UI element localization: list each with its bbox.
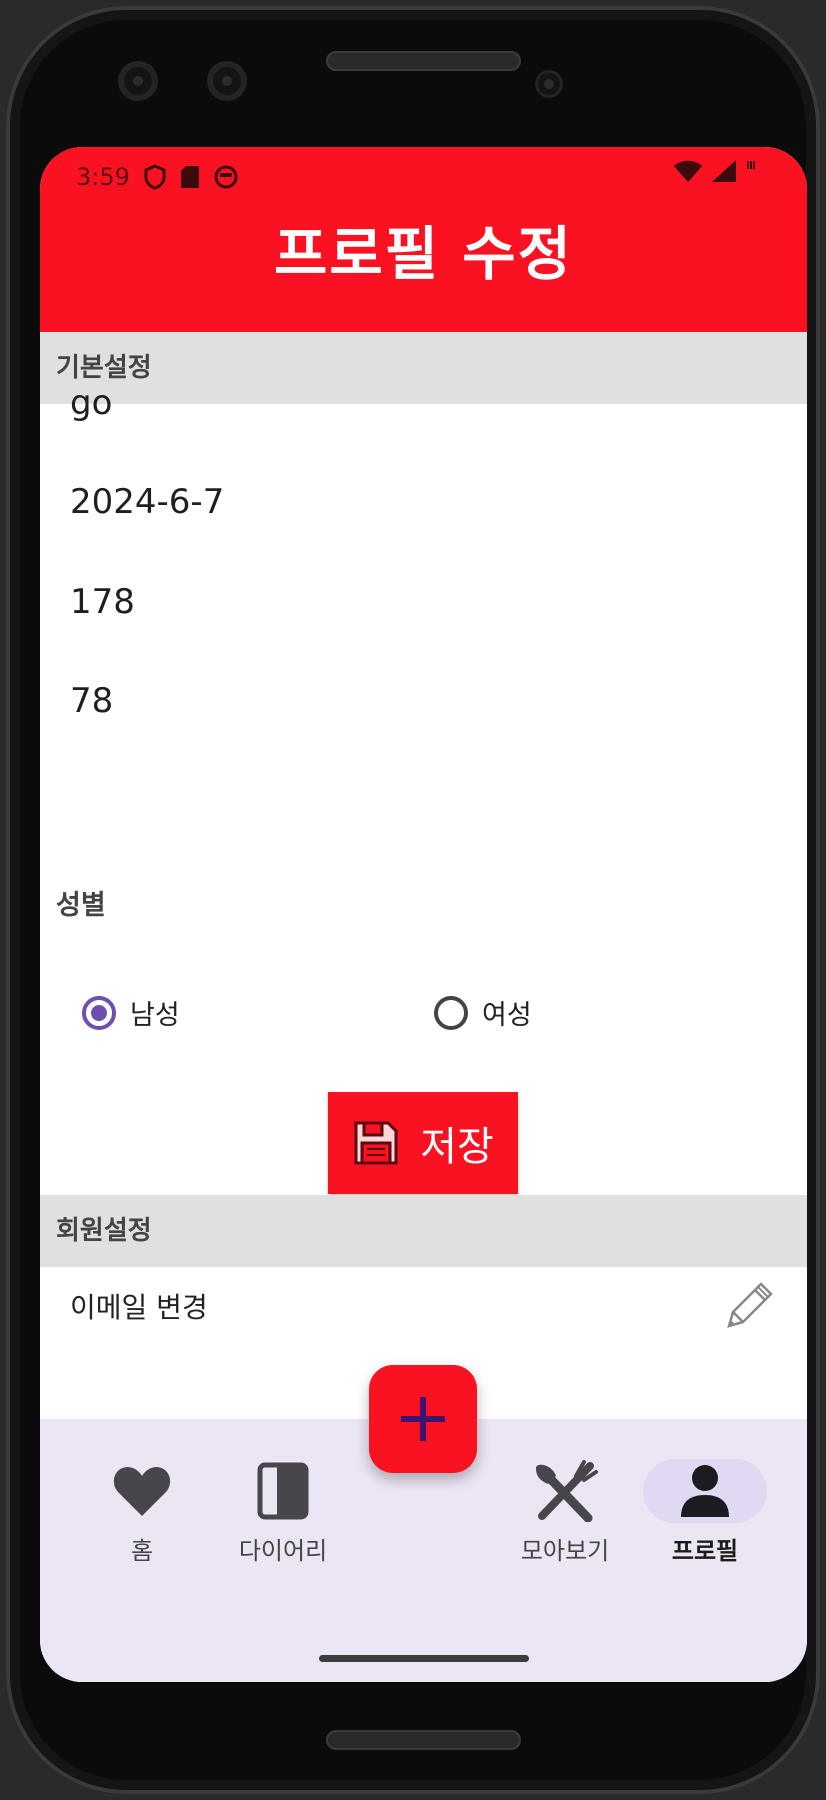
status-bar: 3:59 [76,157,238,197]
gender-male-label: 남성 [130,1000,180,1031]
app-screen: 3:59 프로필 수정 기본설정 go 2024-6-7 178 78 성별 남… [40,147,807,1682]
radio-unselected-icon[interactable] [434,995,468,1030]
app-header: 3:59 프로필 수정 [40,147,807,332]
radio-selected-icon[interactable] [82,995,116,1030]
email-change-label: 이메일 변경 [70,1291,208,1324]
status-icons-right [673,159,757,183]
heart-icon [113,1467,171,1516]
nav-diary-label: 다이어리 [238,1537,328,1565]
gender-radio-female[interactable]: 여성 [434,993,532,1032]
nav-collection[interactable]: 모아보기 [505,1459,625,1566]
pencil-icon[interactable] [719,1276,775,1332]
birthdate-field[interactable]: 2024-6-7 [70,482,224,522]
weight-field[interactable]: 78 [70,681,113,721]
utensils-icon [536,1460,598,1522]
signal-icon [712,160,736,182]
camera-lens-right [207,61,247,101]
height-field[interactable]: 178 [70,582,135,622]
phone-frame: 3:59 프로필 수정 기본설정 go 2024-6-7 178 78 성별 남… [6,6,820,1794]
nav-diary[interactable]: 다이어리 [223,1459,343,1566]
app-notification-icon [214,165,238,189]
person-icon [681,1465,729,1517]
book-icon [257,1462,309,1520]
sd-card-icon [180,166,199,188]
gender-radio-male[interactable]: 남성 [82,993,180,1032]
nav-home[interactable]: 홈 [82,1459,202,1566]
top-speaker [326,51,521,71]
page-title: 프로필 수정 [274,220,573,288]
floppy-disk-icon [354,1121,398,1165]
email-change-row[interactable]: 이메일 변경 [40,1262,807,1362]
add-fab-button[interactable] [369,1365,477,1473]
save-button[interactable]: 저장 [328,1092,518,1194]
nav-collection-label: 모아보기 [520,1537,610,1565]
basic-settings-header: 기본설정 [40,332,807,404]
nickname-field[interactable]: go [70,383,112,423]
save-button-label: 저장 [420,1124,494,1170]
gesture-handle [319,1655,529,1662]
bottom-speaker [326,1730,521,1750]
nav-home-label: 홈 [130,1537,154,1565]
nav-profile[interactable]: 프로필 [643,1459,767,1566]
gender-female-label: 여성 [482,1000,532,1031]
nav-profile-label: 프로필 [671,1537,739,1565]
camera-lens-left [118,61,158,101]
wifi-icon [674,160,702,182]
gender-label: 성별 [56,890,106,921]
front-sensor [535,70,563,98]
plus-icon [401,1397,445,1441]
member-settings-header: 회원설정 [40,1195,807,1267]
status-time: 3:59 [76,163,130,191]
battery-icon [747,161,755,169]
shield-icon [144,164,166,190]
